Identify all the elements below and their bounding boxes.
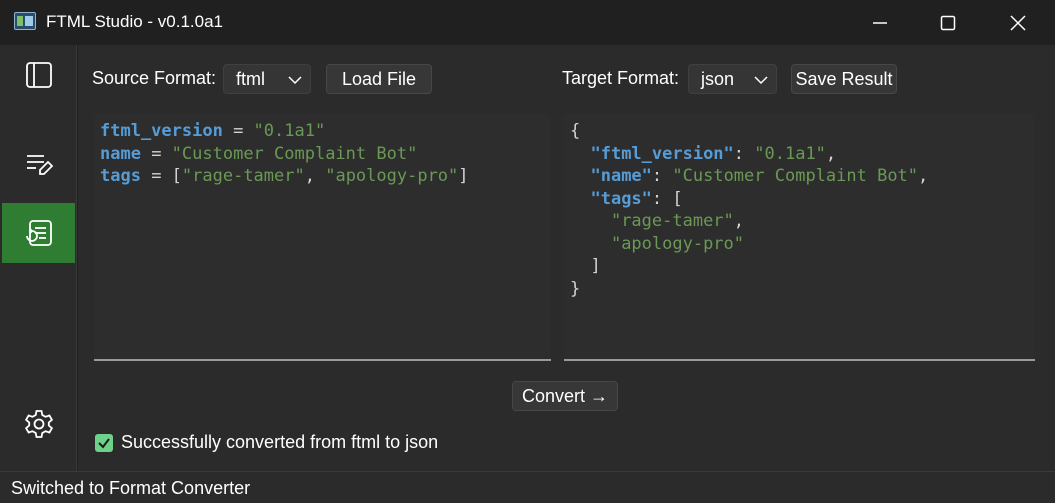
app-logo-icon	[14, 12, 36, 30]
load-file-button[interactable]: Load File	[326, 64, 432, 94]
sidebar-item-editor[interactable]	[2, 134, 75, 194]
status-bar: Switched to Format Converter	[0, 471, 1055, 503]
source-format-select[interactable]: ftml	[223, 64, 311, 94]
code-line: tags = ["rage-tamer", "apology-pro"]	[100, 166, 469, 186]
code-line: name = "Customer Complaint Bot"	[100, 143, 418, 164]
source-format-label: Source Format:	[92, 68, 217, 88]
chevron-down-icon	[754, 76, 768, 85]
save-result-button[interactable]: Save Result	[791, 64, 897, 94]
convert-button[interactable]: Convert →	[512, 381, 618, 411]
code-line: ftml_version = "0.1a1"	[100, 121, 326, 141]
minimize-icon	[873, 21, 887, 24]
maximize-icon	[940, 15, 956, 30]
code-line: "name": "Customer Complaint Bot",	[590, 166, 929, 186]
code-line: }	[570, 278, 581, 299]
close-button[interactable]	[983, 0, 1053, 45]
sidebar-panel-icon	[25, 62, 52, 88]
maximize-button[interactable]	[913, 0, 983, 45]
checkmark-icon	[98, 437, 110, 449]
minimize-button[interactable]	[845, 0, 915, 45]
code-line: "apology-pro"	[610, 233, 745, 254]
status-bar-text: Switched to Format Converter	[11, 478, 251, 498]
sidebar	[0, 45, 77, 471]
convert-document-icon	[25, 220, 52, 246]
edit-list-icon	[26, 155, 53, 175]
window-title: FTML Studio - v0.1.0a1	[46, 12, 224, 31]
source-editor[interactable]: ftml_version = "0.1a1" name = "Customer C…	[94, 114, 551, 361]
conversion-status: Successfully converted from ftml to json	[95, 432, 438, 453]
sidebar-item-settings[interactable]	[2, 394, 75, 454]
code-line: "tags": [	[590, 188, 683, 209]
code-line: {	[570, 121, 581, 141]
code-line: ]	[590, 256, 601, 276]
code-line: "rage-tamer",	[610, 211, 745, 231]
source-format-value: ftml	[236, 68, 265, 89]
sidebar-toggle-button[interactable]	[2, 45, 75, 105]
chevron-down-icon	[288, 76, 302, 85]
close-icon	[1010, 14, 1026, 31]
title-bar: FTML Studio - v0.1.0a1	[0, 0, 1055, 45]
target-editor[interactable]: { "ftml_version": "0.1a1", "name": "Cust…	[564, 114, 1035, 361]
target-format-value: json	[701, 68, 735, 89]
status-message: Successfully converted from ftml to json	[121, 432, 439, 452]
gear-icon	[24, 410, 53, 438]
target-format-select[interactable]: json	[688, 64, 777, 94]
target-format-label: Target Format:	[562, 68, 680, 88]
code-line: "ftml_version": "0.1a1",	[590, 143, 837, 164]
success-checkbox	[95, 433, 113, 452]
sidebar-item-converter[interactable]	[2, 203, 75, 263]
